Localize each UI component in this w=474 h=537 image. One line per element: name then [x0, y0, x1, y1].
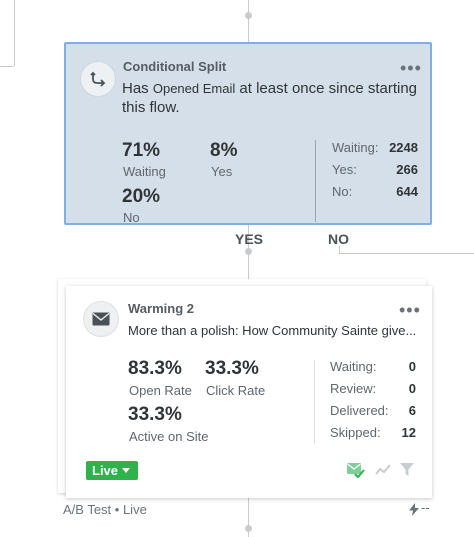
stat-row-yes: Yes: 266: [332, 162, 418, 177]
stats-divider: [315, 140, 316, 222]
stat-row-no: No: 644: [332, 184, 418, 199]
yes-label: Yes: [211, 164, 233, 179]
email-subject: More than a polish: How Community Sainte…: [128, 323, 417, 338]
connector-dot: [245, 525, 252, 532]
trend-icon[interactable]: [375, 463, 391, 482]
stat-row-waiting: Waiting: 2248: [332, 140, 418, 155]
caret-down-icon: [122, 468, 131, 473]
branch-label-no: NO: [328, 231, 349, 247]
open-rate-label: Open Rate: [129, 383, 192, 398]
status-dropdown[interactable]: Live: [86, 461, 139, 480]
open-rate-value: 83.3%: [128, 358, 182, 379]
stat-row-waiting: Waiting: 0: [330, 359, 416, 374]
stat-row-delivered: Delivered: 6: [330, 403, 416, 418]
split-arrow-icon: [80, 61, 116, 97]
stats-divider: [314, 360, 315, 444]
connector-dot: [245, 12, 252, 19]
stat-row-skipped: Skipped: 12: [330, 425, 416, 440]
filter-icon[interactable]: [400, 462, 414, 482]
active-on-site-value: 33.3%: [128, 404, 182, 425]
connector-line-no-h: [339, 253, 474, 254]
conditional-split-card[interactable]: Conditional Split ••• Has Opened Email a…: [64, 42, 432, 225]
trigger-status-value: --: [421, 500, 430, 515]
lightning-icon[interactable]: [409, 503, 419, 521]
connector-line-top: [248, 0, 249, 42]
status-label: Live: [92, 463, 119, 478]
email-check-icon[interactable]: [347, 462, 365, 483]
connector-dot: [245, 248, 252, 255]
waiting-percent: 71%: [122, 140, 161, 161]
branch-label-yes: YES: [235, 231, 264, 247]
click-rate-value: 33.3%: [205, 358, 259, 379]
waiting-label: Waiting: [123, 164, 166, 179]
click-rate-label: Click Rate: [206, 383, 266, 398]
card-type-label: Conditional Split: [123, 59, 227, 74]
stat-row-review: Review: 0: [330, 381, 416, 396]
condition-attribute: Opened Email: [152, 81, 236, 96]
connector-line-left: [14, 0, 15, 66]
more-options-icon[interactable]: •••: [399, 301, 421, 319]
active-on-site-label: Active on Site: [129, 429, 209, 444]
email-card[interactable]: Warming 2 ••• More than a polish: How Co…: [66, 286, 432, 498]
yes-percent: 8%: [210, 140, 238, 161]
more-options-icon[interactable]: •••: [400, 59, 422, 77]
no-label: No: [123, 210, 140, 225]
split-condition-text: Has Opened Email at least once since sta…: [122, 80, 418, 116]
envelope-icon: [83, 301, 119, 337]
no-percent: 20%: [122, 186, 161, 207]
connector-line-left-h: [0, 66, 14, 67]
email-name: Warming 2: [128, 301, 194, 316]
ab-test-status: A/B Test • Live: [63, 502, 147, 517]
